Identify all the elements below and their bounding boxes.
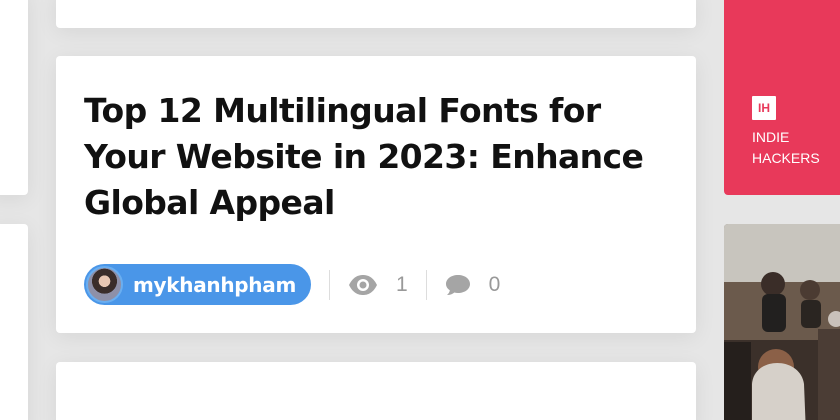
article-title[interactable]: Top 12 Multilingual Fonts for Your Websi… bbox=[84, 88, 674, 226]
sidebar-photo[interactable] bbox=[724, 224, 840, 420]
photo-illustration bbox=[724, 224, 840, 420]
left-card-top bbox=[0, 0, 28, 195]
avatar[interactable] bbox=[86, 266, 123, 303]
comment-count[interactable]: 0 bbox=[445, 272, 501, 297]
article-card-bottom[interactable] bbox=[56, 362, 696, 420]
left-card-bottom bbox=[0, 224, 28, 420]
author-link[interactable]: mykhanhpham bbox=[84, 264, 311, 305]
ad-text: INDIE HACKERS bbox=[752, 129, 820, 166]
article-meta: mykhanhpham 1 0 bbox=[84, 264, 500, 305]
article-card-top[interactable] bbox=[56, 0, 696, 28]
meta-divider bbox=[328, 269, 330, 300]
view-count: 1 bbox=[348, 273, 408, 297]
author-name[interactable]: mykhanhpham bbox=[133, 273, 296, 297]
indie-hackers-logo: IH bbox=[752, 96, 776, 120]
eye-icon bbox=[348, 274, 377, 295]
meta-divider bbox=[425, 269, 427, 300]
view-count-text: 1 bbox=[395, 272, 408, 296]
article-card[interactable]: Top 12 Multilingual Fonts for Your Websi… bbox=[56, 56, 696, 333]
comment-icon bbox=[445, 274, 470, 295]
indie-hackers-ad[interactable]: IH INDIE HACKERS bbox=[724, 0, 840, 195]
page: Top 12 Multilingual Fonts for Your Websi… bbox=[0, 0, 840, 420]
comment-count-text: 0 bbox=[488, 272, 501, 296]
